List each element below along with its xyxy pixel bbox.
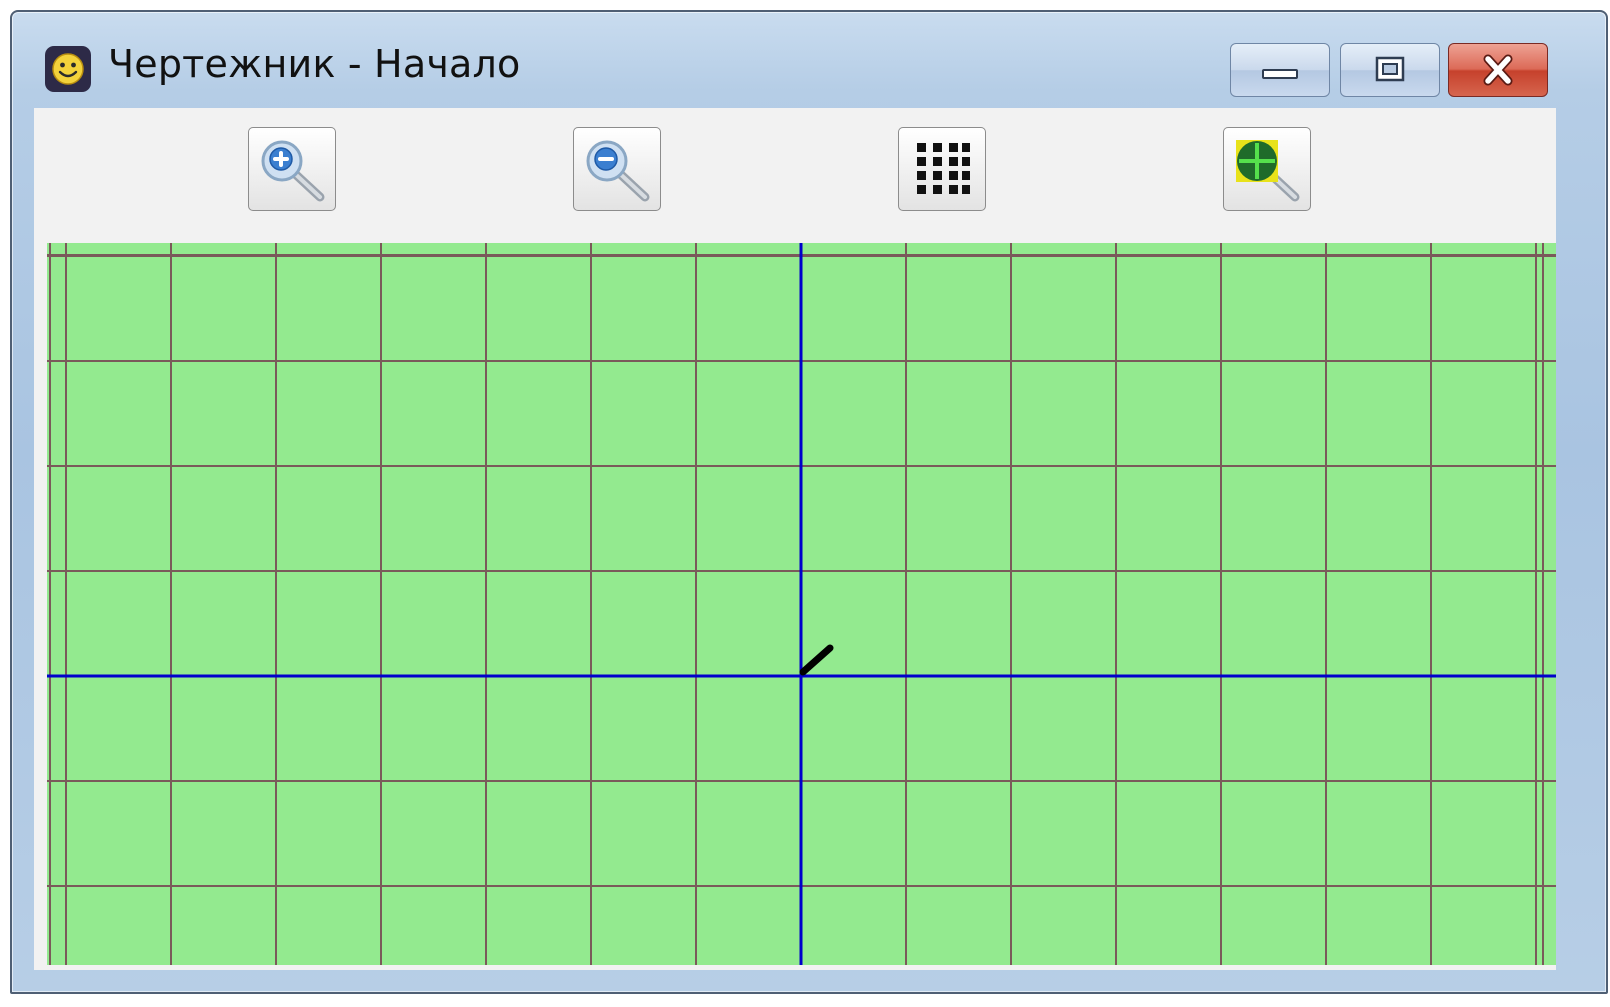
title-bar[interactable]: Чертежник - Начало (12, 12, 1606, 107)
zoom-in-button[interactable] (248, 127, 336, 211)
grid-vertical-lines (49, 243, 1544, 965)
window-title: Чертежник - Начало (108, 42, 521, 86)
toggle-grid-button[interactable] (898, 127, 986, 211)
maximize-button[interactable] (1340, 43, 1440, 97)
drawing-canvas[interactable] (47, 243, 1556, 965)
client-area (34, 108, 1556, 970)
close-button[interactable] (1448, 43, 1548, 97)
app-window: Чертежник - Начало (10, 10, 1608, 994)
center-view-button[interactable] (1223, 127, 1311, 211)
grid-dots-icon (917, 143, 970, 194)
minimize-icon (1262, 69, 1298, 79)
pen-cursor-icon (799, 644, 834, 676)
zoom-out-icon (586, 140, 650, 202)
toolbar (34, 108, 1556, 243)
minimize-button[interactable] (1230, 43, 1330, 97)
zoom-in-icon (261, 140, 325, 202)
maximize-icon (1375, 56, 1405, 82)
zoom-center-icon (1236, 140, 1300, 202)
grid-svg (47, 243, 1556, 965)
smiley-face-icon (45, 46, 91, 92)
close-icon (1483, 54, 1513, 86)
zoom-out-button[interactable] (573, 127, 661, 211)
